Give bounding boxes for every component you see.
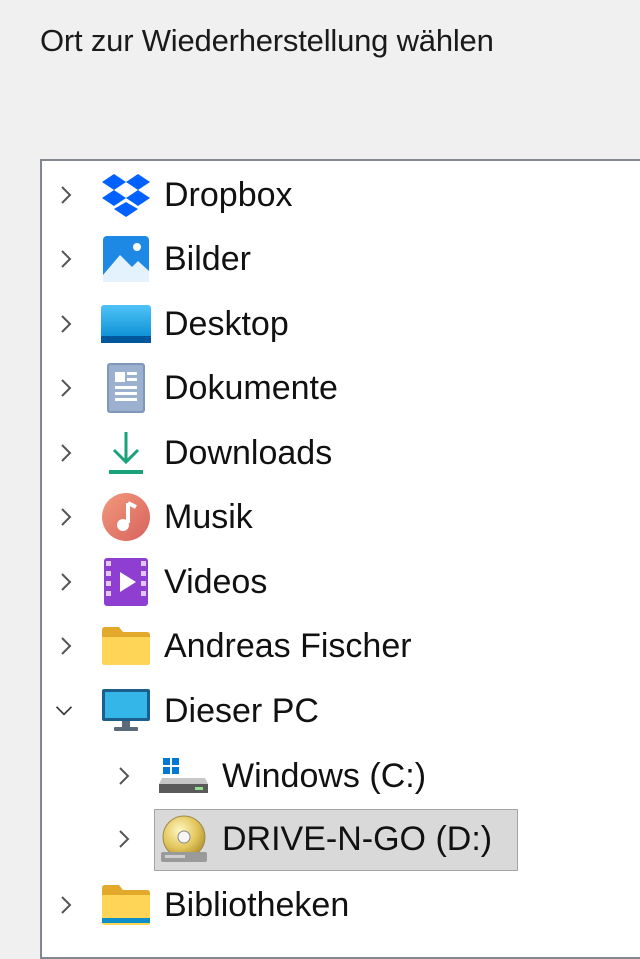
tree-item-dieser-pc[interactable]: Dieser PC	[42, 681, 640, 741]
chevron-right-icon[interactable]	[56, 441, 76, 465]
tree-item-dokumente[interactable]: Dokumente	[42, 358, 640, 418]
tree-item-label: Downloads	[164, 434, 333, 472]
tree-item-windows-c[interactable]: Windows (C:)	[42, 746, 640, 806]
chevron-down-icon[interactable]	[54, 699, 74, 723]
music-icon	[100, 491, 152, 543]
tree-item-label: Bibliotheken	[164, 886, 350, 924]
tree-item-label: Desktop	[164, 305, 289, 343]
folder-icon	[100, 620, 152, 672]
system-drive-icon	[158, 750, 210, 802]
chevron-right-icon[interactable]	[56, 376, 76, 400]
tree-item-bibliotheken[interactable]: Bibliotheken	[42, 875, 640, 935]
cd-drive-icon	[158, 813, 210, 865]
tree-item-label: Windows (C:)	[222, 757, 427, 795]
documents-icon	[100, 362, 152, 414]
folder-tree[interactable]: Dropbox Bilder Desktop Dokumente Downloa…	[40, 159, 640, 959]
chevron-right-icon[interactable]	[56, 570, 76, 594]
chevron-right-icon[interactable]	[56, 893, 76, 917]
tree-item-label: Musik	[164, 498, 253, 536]
chevron-right-icon[interactable]	[56, 312, 76, 336]
chevron-right-icon[interactable]	[56, 634, 76, 658]
pictures-icon	[100, 233, 152, 285]
tree-item-label: Bilder	[164, 240, 251, 278]
chevron-right-icon[interactable]	[56, 247, 76, 271]
chevron-right-icon[interactable]	[56, 183, 76, 207]
tree-item-musik[interactable]: Musik	[42, 487, 640, 547]
this-pc-icon	[100, 685, 152, 737]
tree-item-label: Dropbox	[164, 176, 293, 214]
tree-item-label: Dieser PC	[164, 692, 319, 730]
tree-item-label: DRIVE-N-GO (D:)	[222, 820, 493, 858]
downloads-icon	[100, 427, 152, 479]
tree-item-label: Videos	[164, 563, 268, 601]
tree-item-drive-n-go-d[interactable]: DRIVE-N-GO (D:)	[42, 809, 640, 871]
libraries-icon	[100, 879, 152, 931]
tree-item-desktop[interactable]: Desktop	[42, 294, 640, 354]
tree-item-dropbox[interactable]: Dropbox	[42, 165, 640, 225]
tree-item-label: Andreas Fischer	[164, 627, 412, 665]
desktop-icon	[100, 298, 152, 350]
chevron-right-icon[interactable]	[114, 764, 134, 788]
tree-item-label: Dokumente	[164, 369, 338, 407]
tree-item-bilder[interactable]: Bilder	[42, 229, 640, 289]
tree-item-downloads[interactable]: Downloads	[42, 423, 640, 483]
tree-item-videos[interactable]: Videos	[42, 552, 640, 612]
dropbox-icon	[100, 169, 152, 221]
videos-icon	[100, 556, 152, 608]
dialog-title: Ort zur Wiederherstellung wählen	[40, 23, 494, 58]
tree-item-andreas-fischer[interactable]: Andreas Fischer	[42, 616, 640, 676]
chevron-right-icon[interactable]	[114, 827, 134, 851]
chevron-right-icon[interactable]	[56, 505, 76, 529]
